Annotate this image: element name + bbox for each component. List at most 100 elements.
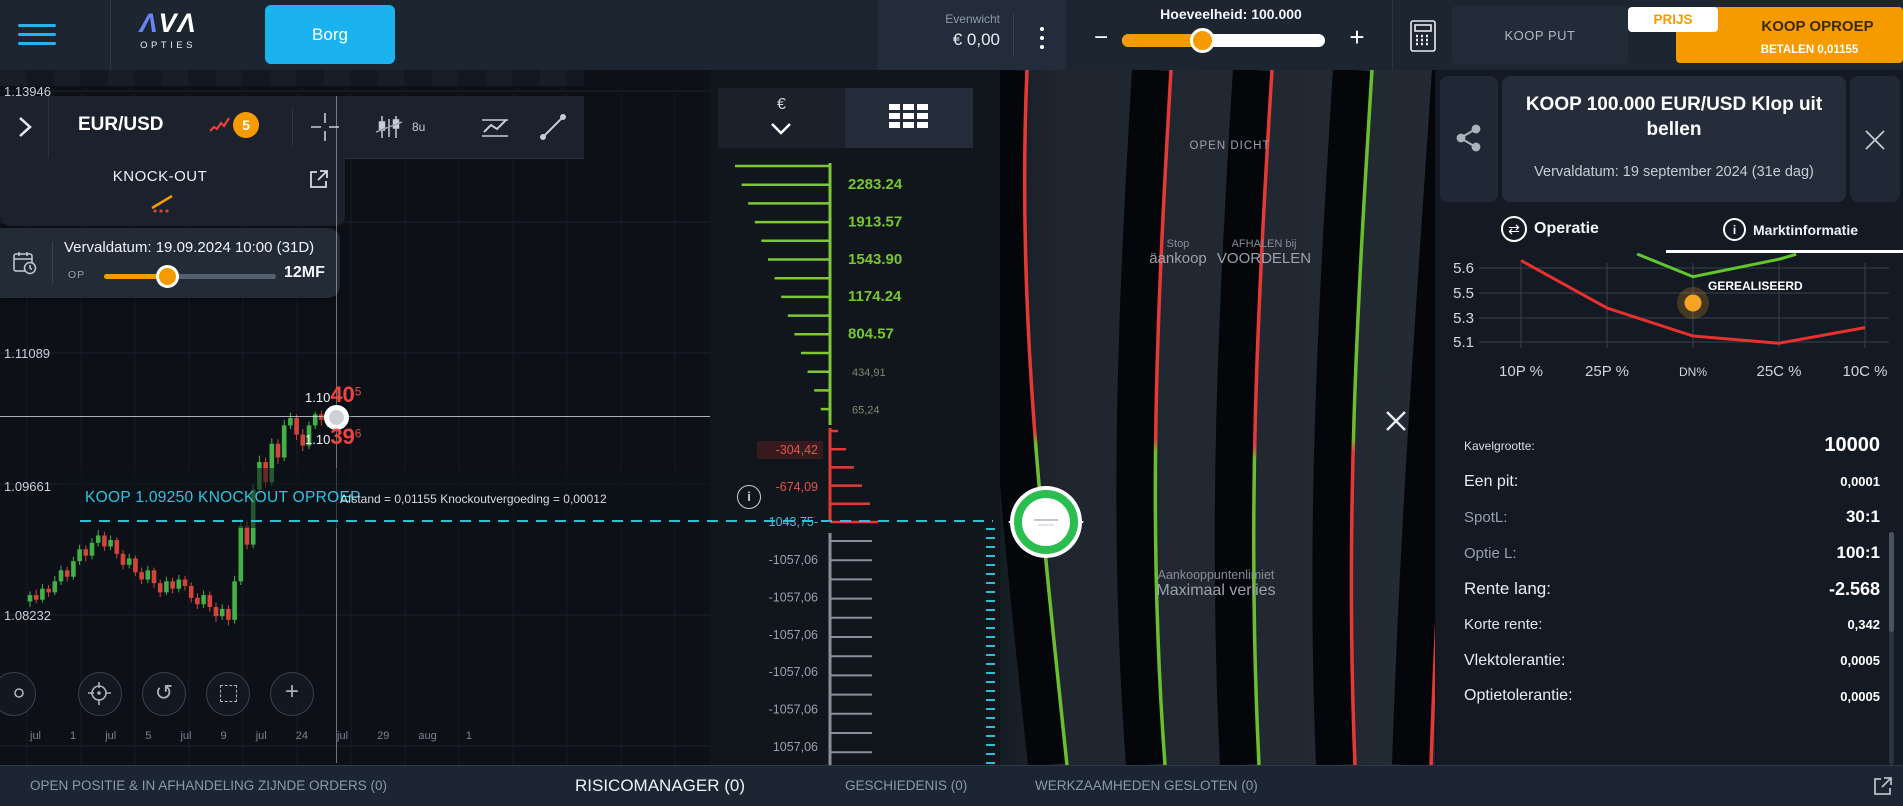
candle [270, 444, 275, 483]
smile-x-tick: DN% [1679, 365, 1707, 379]
info-row-label: Vlektolerantie: [1464, 652, 1565, 670]
candle [28, 595, 33, 601]
koop-oproep-label: KOOP OPROEP [1732, 18, 1903, 35]
crosshair-tool-icon[interactable] [308, 110, 342, 144]
candle [108, 540, 113, 546]
candle [77, 549, 82, 561]
max-loss-value: -1057,06 [769, 703, 818, 717]
quantity-minus-button[interactable]: − [1086, 24, 1116, 54]
add-tool-button[interactable]: + [270, 672, 314, 716]
expiry-slider-max-label: 12MF [284, 264, 325, 282]
ask-price: 1.10405 [305, 382, 361, 408]
tab-marktinformatie-label[interactable]: Marktinformatie [1753, 222, 1858, 238]
max-loss-value: -1057,06 [769, 665, 818, 679]
open-external-icon[interactable] [308, 168, 330, 190]
logo-subtitle: OPTIES [118, 40, 218, 51]
info-row-label: Rente lang: [1464, 579, 1551, 599]
kebab-menu-icon[interactable] [1040, 22, 1046, 54]
candle [257, 462, 262, 490]
divider [1013, 14, 1014, 56]
calculator-icon[interactable] [1405, 18, 1441, 54]
koop-put-button[interactable]: KOOP PUT [1452, 6, 1628, 64]
candle [46, 589, 51, 593]
payoff-panel: € 2283.241913.571543.901174.24804.57434,… [710, 70, 1435, 765]
bid-price: 1.10396 [305, 424, 361, 450]
loss-value: -674,09 [776, 480, 818, 494]
hamburger-menu-icon[interactable] [18, 18, 56, 50]
tab-open-positions[interactable]: OPEN POSITIE & IN AFHANDELING ZIJNDE ORD… [30, 778, 387, 793]
expiry-slider-thumb[interactable] [156, 265, 179, 288]
profit-value: 1543.90 [848, 251, 902, 268]
quantity-plus-button[interactable]: + [1342, 22, 1372, 52]
profit-value: 1913.57 [848, 213, 902, 230]
max-loss-value: -1057,06 [769, 553, 818, 567]
divider [110, 0, 111, 70]
chart-type-icon[interactable] [478, 110, 512, 144]
realized-label: GEREALISEERD [1708, 279, 1803, 293]
realized-vol-marker[interactable] [1685, 295, 1702, 312]
expand-panel-button[interactable] [0, 96, 49, 158]
info-row-value: 10000 [1824, 434, 1880, 457]
chart-panel: 1.13946 1.11089 1.09661 1.08232 EUR/USD … [0, 70, 710, 765]
info-row: Kavelgrootte:10000 [1436, 428, 1903, 464]
position-label[interactable]: KOOP 1.09250 KNOCKOUT OPROEP [85, 489, 361, 507]
info-row-label: SpotL: [1464, 509, 1507, 526]
close-icon[interactable] [1384, 409, 1408, 433]
indicators-icon[interactable] [372, 110, 406, 144]
divider [292, 108, 293, 146]
info-icon[interactable]: i [1723, 218, 1746, 241]
info-row-value: 0,0005 [1840, 653, 1880, 668]
selection-tool-button[interactable] [206, 672, 250, 716]
order-info-panel: KOOP 100.000 EUR/USD Klop uit bellen Ver… [1435, 70, 1903, 765]
share-button[interactable] [1440, 76, 1498, 202]
info-row: Vlektolerantie: 0,0005 [1436, 643, 1903, 679]
candle [208, 595, 213, 607]
currency-symbol: € [718, 96, 845, 114]
symbol-label[interactable]: EUR/USD [78, 114, 164, 136]
candle [71, 561, 76, 577]
info-row: Korte rente:0,342 [1436, 607, 1903, 643]
close-panel-button[interactable] [1850, 76, 1900, 202]
distance-label: Afstand = 0,01155 Knockoutvergoeding = 0… [340, 492, 607, 506]
info-row: Rente lang: -2.568 [1436, 571, 1903, 607]
candle [226, 609, 231, 620]
candle [214, 607, 219, 616]
alerts-badge[interactable]: 5 [233, 112, 259, 138]
candle [263, 462, 268, 482]
chart-tool-button[interactable] [0, 672, 36, 716]
borg-button[interactable]: Borg [265, 5, 395, 64]
candle [90, 543, 95, 556]
grid-view-button[interactable] [845, 88, 973, 148]
price-axis-label: 1.11089 [4, 346, 50, 361]
info-icon[interactable]: i [737, 485, 761, 509]
betalen-label: BETALEN 0,01155 [1716, 44, 1903, 56]
tab-closed-trades[interactable]: WERKZAAMHEDEN GESLOTEN (0) [1035, 778, 1258, 793]
target-tool-button[interactable] [78, 672, 122, 716]
smile-y-tick: 5.1 [1453, 334, 1474, 351]
smile-x-tick: 10P % [1499, 363, 1543, 380]
open-external-icon[interactable] [1872, 775, 1894, 797]
tab-history[interactable]: GESCHIEDENIS (0) [845, 778, 967, 793]
open-close-label: OPEN DICHT [1150, 140, 1310, 152]
prijs-button[interactable]: PRIJS [1628, 7, 1718, 32]
expiry-slider-min-label: OP [68, 269, 85, 281]
info-row-value: -2.568 [1829, 579, 1880, 600]
info-row-value: 0,342 [1847, 617, 1880, 632]
timeframe-button[interactable]: 8u [412, 120, 425, 134]
candle [232, 581, 237, 620]
swap-arrows-icon[interactable]: ⇄ [1501, 216, 1527, 242]
undo-rotate-button[interactable]: ↺ [142, 672, 186, 716]
divider [52, 242, 53, 284]
calendar-clock-icon [12, 250, 38, 276]
candle [53, 581, 58, 592]
scrollbar-thumb[interactable] [1889, 532, 1894, 632]
quantity-slider-thumb[interactable] [1190, 28, 1215, 53]
trendline-tool-icon[interactable] [536, 110, 570, 144]
tab-risk-manager[interactable]: RISICOMANAGER (0) [575, 776, 745, 796]
profit-value-minor: 434,91 [852, 367, 886, 379]
candle [59, 570, 64, 581]
info-row: Optie L:100:1 [1436, 535, 1903, 571]
tab-operatie-label[interactable]: Operatie [1534, 220, 1599, 238]
profit-value: 1174.24 [848, 288, 902, 305]
currency-selector[interactable]: € [718, 88, 845, 148]
